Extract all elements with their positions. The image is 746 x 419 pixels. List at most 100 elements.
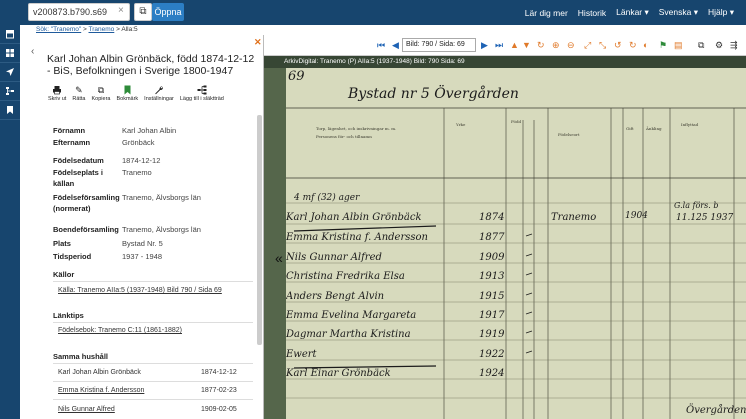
svg-text:1904: 1904 xyxy=(625,211,648,221)
rotate-right-icon[interactable]: ↻ xyxy=(629,38,637,52)
ledger-year: 1909 xyxy=(479,252,505,263)
svg-text:Torp, lägenhet, och inskrivnin: Torp, lägenhet, och inskrivningar m. m. xyxy=(316,126,396,131)
field-value: Tranemo xyxy=(122,168,152,177)
ledger-row: Ewert xyxy=(286,349,318,360)
print-button[interactable]: Skriv ut xyxy=(48,85,66,113)
ledger-row: Karl Johan Albin Grönbäck xyxy=(286,212,422,223)
add-to-tree-label: Lägg till i släktträd xyxy=(179,96,224,102)
svg-text:Tranemo: Tranemo xyxy=(551,212,596,223)
divider xyxy=(53,281,253,282)
field-value: Bystad Nr. 5 xyxy=(122,239,163,248)
household-name-link[interactable]: Emma Kristina f. Andersson xyxy=(58,387,144,394)
nav-help-menu[interactable]: Hjälp ▾ xyxy=(708,7,734,18)
panel-scrollbar[interactable] xyxy=(257,115,262,345)
next-volume-icon[interactable]: ▼ xyxy=(522,38,531,52)
fit-icon[interactable]: ⤡ xyxy=(599,38,606,52)
field-label: Födelsedatum xyxy=(53,156,104,165)
household-date: 1909-02-05 xyxy=(201,406,237,413)
top-nav: Lär dig mer Historik Länkar ▾ Svenska ▾ … xyxy=(525,0,734,25)
divider xyxy=(53,381,253,382)
ledger-year: 1913 xyxy=(479,271,504,282)
household-name-link[interactable]: Nils Gunnar Alfred xyxy=(58,406,115,413)
svg-text:Yrke: Yrke xyxy=(455,122,466,127)
field-value: Tranemo, Älvsborgs län xyxy=(122,193,201,202)
page-select[interactable]: Bild: 790 / Sida: 69 xyxy=(402,38,476,52)
ledger-row: Emma Evelina Margareta xyxy=(286,310,416,321)
ledger-row: Anders Bengt Alvin xyxy=(286,291,384,302)
ledger-row: Dagmar Martha Kristina xyxy=(286,329,411,340)
close-icon[interactable]: ✕ xyxy=(254,37,262,48)
grid-icon[interactable] xyxy=(0,44,20,63)
share-icon[interactable]: ⇶ xyxy=(730,38,738,52)
rotate-left-icon[interactable]: ↺ xyxy=(614,38,622,52)
archive-icon[interactable] xyxy=(0,25,20,44)
correct-label: Rätta xyxy=(72,96,86,102)
household-date: 1877-02-23 xyxy=(201,387,237,394)
print-label: Skriv ut xyxy=(48,96,67,102)
field-value: Tranemo, Älvsborgs län xyxy=(122,225,201,234)
settings-button[interactable]: Inställningar xyxy=(144,85,174,113)
source-link[interactable]: Källa: Tranemo AIIa:5 (1937-1948) Bild 7… xyxy=(58,287,222,294)
svg-text:Övergården: Övergården xyxy=(686,404,746,416)
breadcrumb-separator: > xyxy=(83,26,87,33)
svg-text:Inflyttad: Inflyttad xyxy=(681,122,699,127)
copy-record-button[interactable]: ⧉ Kopiera xyxy=(92,85,111,113)
zoom-out-icon[interactable]: ⊖ xyxy=(567,38,575,52)
next-page-icon[interactable]: ▶ xyxy=(481,38,488,52)
adjust-icon[interactable]: ◐ xyxy=(643,38,648,52)
previous-volume-icon[interactable]: ▲ xyxy=(510,38,519,52)
household-row: Nils Gunnar Alfred 1909-02-05 xyxy=(58,406,248,413)
svg-text:Änkling: Änkling xyxy=(645,126,662,131)
document-image: Torp, lägenhet, och inskrivningar m. m. … xyxy=(286,68,746,419)
field-label: Förnamn xyxy=(53,126,86,135)
place-heading: Bystad nr 5 Övergården xyxy=(347,84,519,102)
correct-button[interactable]: ✎ Rätta xyxy=(72,85,85,113)
search-input[interactable]: v200873.b790.s69 xyxy=(28,3,130,21)
breadcrumb-search[interactable]: Sök: "Tranemo" xyxy=(36,26,81,33)
field-label: Plats xyxy=(53,239,71,248)
svg-text:11.125 1937: 11.125 1937 xyxy=(676,213,734,223)
breadcrumb-volume: Alla:5 xyxy=(121,26,138,33)
field-label: Efternamn xyxy=(53,138,91,147)
previous-page-icon[interactable]: ◀ xyxy=(392,38,399,52)
print-page-icon[interactable]: ▤ xyxy=(674,38,683,52)
last-page-icon[interactable]: ⏭ xyxy=(495,38,503,52)
bookmark-page-icon[interactable]: ⚑ xyxy=(659,38,667,52)
record-title: Karl Johan Albin Grönbäck, född 1874-12-… xyxy=(47,53,255,77)
family-tree-icon xyxy=(197,85,207,96)
bookmark-button[interactable]: Bokmärk xyxy=(116,85,138,113)
ledger-year: 1877 xyxy=(479,232,505,243)
copy-button[interactable]: ⧉ xyxy=(134,3,152,21)
nav-links-menu[interactable]: Länkar ▾ xyxy=(616,7,649,18)
field-value: 1874-12-12 xyxy=(122,156,161,165)
ledger-year: 1915 xyxy=(479,291,504,302)
copy-link-icon[interactable]: ⧉ xyxy=(698,38,704,52)
tree-icon[interactable] xyxy=(0,82,20,101)
divider xyxy=(53,399,253,400)
refresh-icon[interactable]: ↻ xyxy=(537,38,545,52)
breadcrumb-parish[interactable]: Tranemo xyxy=(89,26,115,33)
expand-panel-icon[interactable]: « xyxy=(275,250,283,266)
wrench-icon xyxy=(154,85,164,96)
copy-icon: ⧉ xyxy=(97,85,105,95)
nav-history[interactable]: Historik xyxy=(578,8,606,18)
clear-search-icon[interactable]: × xyxy=(118,5,124,16)
ledger-year: 1922 xyxy=(479,349,504,360)
first-page-icon[interactable]: ⏮ xyxy=(377,38,385,52)
links-heading: Länktips xyxy=(53,311,84,320)
top-bar: v200873.b790.s69 × ⧉ Öppna Lär dig mer H… xyxy=(0,0,746,25)
nav-language-menu[interactable]: Svenska ▾ xyxy=(659,7,698,18)
collapse-panel-icon[interactable]: ‹ xyxy=(31,46,34,57)
settings-icon[interactable]: ⚙ xyxy=(715,38,723,52)
open-button[interactable]: Öppna xyxy=(152,3,184,21)
bookmark-flag-icon xyxy=(123,85,132,96)
zoom-in-icon[interactable]: ⊕ xyxy=(552,38,560,52)
ledger-row: Christina Fredrika Elsa xyxy=(286,271,405,282)
fullscreen-icon[interactable]: ⤢ xyxy=(584,38,591,52)
birth-record-link[interactable]: Födelsebok: Tranemo C:11 (1861-1882) xyxy=(58,327,182,334)
bookmark-icon[interactable] xyxy=(0,101,20,120)
add-to-tree-button[interactable]: Lägg till i släktträd xyxy=(180,85,224,113)
nav-learn-more[interactable]: Lär dig mer xyxy=(525,8,568,18)
field-value: Karl Johan Albin xyxy=(122,126,177,135)
locate-icon[interactable] xyxy=(0,63,20,82)
